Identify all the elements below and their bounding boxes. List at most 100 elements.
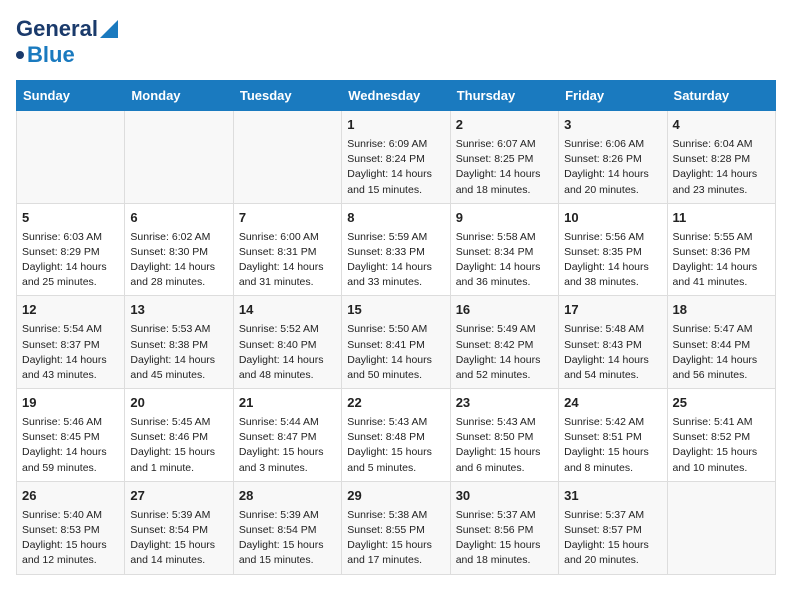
logo-icon (100, 20, 118, 38)
day-number: 31 (564, 487, 661, 506)
cell-content: Sunrise: 5:58 AM Sunset: 8:34 PM Dayligh… (456, 230, 553, 291)
cell-content: Sunrise: 6:03 AM Sunset: 8:29 PM Dayligh… (22, 230, 119, 291)
cell-content: Sunrise: 5:45 AM Sunset: 8:46 PM Dayligh… (130, 415, 227, 476)
day-header-sunday: Sunday (17, 81, 125, 111)
calendar-cell: 6Sunrise: 6:02 AM Sunset: 8:30 PM Daylig… (125, 203, 233, 296)
calendar-cell: 3Sunrise: 6:06 AM Sunset: 8:26 PM Daylig… (559, 111, 667, 204)
cell-content: Sunrise: 5:59 AM Sunset: 8:33 PM Dayligh… (347, 230, 444, 291)
cell-content: Sunrise: 5:46 AM Sunset: 8:45 PM Dayligh… (22, 415, 119, 476)
calendar-cell: 5 Sunrise: 6:03 AM Sunset: 8:29 PM Daylig… (17, 203, 125, 296)
calendar-cell: 20 Sunrise: 5:45 AM Sunset: 8:46 PM Dayli… (125, 389, 233, 482)
day-number: 7 (239, 209, 336, 228)
cell-content: Sunrise: 6:06 AM Sunset: 8:26 PM Dayligh… (564, 137, 661, 198)
day-number: 5 (22, 209, 119, 228)
logo-blue: Blue (27, 42, 75, 68)
cell-content: Sunrise: 5:43 AM Sunset: 8:50 PM Dayligh… (456, 415, 553, 476)
cell-content: Sunrise: 5:38 AM Sunset: 8:55 PM Dayligh… (347, 508, 444, 569)
cell-content: Sunrise: 5:48 AM Sunset: 8:43 PM Dayligh… (564, 322, 661, 383)
calendar-cell: 8 Sunrise: 5:59 AM Sunset: 8:33 PM Daylig… (342, 203, 450, 296)
calendar-cell: 31Sunrise: 5:37 AM Sunset: 8:57 PM Dayli… (559, 481, 667, 574)
cell-content: Sunrise: 5:54 AM Sunset: 8:37 PM Dayligh… (22, 322, 119, 383)
calendar-cell (233, 111, 341, 204)
cell-content: Sunrise: 5:56 AM Sunset: 8:35 PM Dayligh… (564, 230, 661, 291)
week-row-2: 5 Sunrise: 6:03 AM Sunset: 8:29 PM Daylig… (17, 203, 776, 296)
cell-content: Sunrise: 5:39 AM Sunset: 8:54 PM Dayligh… (130, 508, 227, 569)
cell-content: Sunrise: 5:44 AM Sunset: 8:47 PM Dayligh… (239, 415, 336, 476)
cell-content: Sunrise: 5:39 AM Sunset: 8:54 PM Dayligh… (239, 508, 336, 569)
day-number: 30 (456, 487, 553, 506)
day-number: 8 (347, 209, 444, 228)
calendar-cell: 18Sunrise: 5:47 AM Sunset: 8:44 PM Dayli… (667, 296, 775, 389)
calendar-cell: 9 Sunrise: 5:58 AM Sunset: 8:34 PM Daylig… (450, 203, 558, 296)
cell-content: Sunrise: 6:09 AM Sunset: 8:24 PM Dayligh… (347, 137, 444, 198)
day-header-saturday: Saturday (667, 81, 775, 111)
cell-content: Sunrise: 5:53 AM Sunset: 8:38 PM Dayligh… (130, 322, 227, 383)
cell-content: Sunrise: 5:50 AM Sunset: 8:41 PM Dayligh… (347, 322, 444, 383)
calendar-cell: 26Sunrise: 5:40 AM Sunset: 8:53 PM Dayli… (17, 481, 125, 574)
day-number: 19 (22, 394, 119, 413)
calendar-table: SundayMondayTuesdayWednesdayThursdayFrid… (16, 80, 776, 575)
day-number: 25 (673, 394, 770, 413)
day-number: 13 (130, 301, 227, 320)
logo: General Blue (16, 16, 118, 68)
day-number: 24 (564, 394, 661, 413)
day-number: 21 (239, 394, 336, 413)
calendar-cell (667, 481, 775, 574)
calendar-cell: 29 Sunrise: 5:38 AM Sunset: 8:55 PM Dayli… (342, 481, 450, 574)
day-number: 22 (347, 394, 444, 413)
cell-content: Sunrise: 5:49 AM Sunset: 8:42 PM Dayligh… (456, 322, 553, 383)
calendar-cell: 30 Sunrise: 5:37 AM Sunset: 8:56 PM Dayli… (450, 481, 558, 574)
cell-content: Sunrise: 5:37 AM Sunset: 8:56 PM Dayligh… (456, 508, 553, 569)
calendar-cell: 4 Sunrise: 6:04 AM Sunset: 8:28 PM Daylig… (667, 111, 775, 204)
cell-content: Sunrise: 5:41 AM Sunset: 8:52 PM Dayligh… (673, 415, 770, 476)
cell-content: Sunrise: 6:00 AM Sunset: 8:31 PM Dayligh… (239, 230, 336, 291)
calendar-cell: 22 Sunrise: 5:43 AM Sunset: 8:48 PM Dayli… (342, 389, 450, 482)
day-number: 1 (347, 116, 444, 135)
calendar-cell: 2Sunrise: 6:07 AM Sunset: 8:25 PM Daylig… (450, 111, 558, 204)
calendar-cell: 11Sunrise: 5:55 AM Sunset: 8:36 PM Dayli… (667, 203, 775, 296)
calendar-cell (125, 111, 233, 204)
calendar-cell: 23 Sunrise: 5:43 AM Sunset: 8:50 PM Dayli… (450, 389, 558, 482)
week-row-1: 1 Sunrise: 6:09 AM Sunset: 8:24 PM Daylig… (17, 111, 776, 204)
day-header-friday: Friday (559, 81, 667, 111)
calendar-cell: 19 Sunrise: 5:46 AM Sunset: 8:45 PM Dayli… (17, 389, 125, 482)
calendar-cell (17, 111, 125, 204)
days-header-row: SundayMondayTuesdayWednesdayThursdayFrid… (17, 81, 776, 111)
day-number: 27 (130, 487, 227, 506)
week-row-3: 12Sunrise: 5:54 AM Sunset: 8:37 PM Dayli… (17, 296, 776, 389)
calendar-cell: 21 Sunrise: 5:44 AM Sunset: 8:47 PM Dayli… (233, 389, 341, 482)
day-number: 26 (22, 487, 119, 506)
day-number: 4 (673, 116, 770, 135)
calendar-cell: 1 Sunrise: 6:09 AM Sunset: 8:24 PM Daylig… (342, 111, 450, 204)
day-number: 29 (347, 487, 444, 506)
calendar-cell: 7 Sunrise: 6:00 AM Sunset: 8:31 PM Daylig… (233, 203, 341, 296)
cell-content: Sunrise: 5:52 AM Sunset: 8:40 PM Dayligh… (239, 322, 336, 383)
cell-content: Sunrise: 6:07 AM Sunset: 8:25 PM Dayligh… (456, 137, 553, 198)
calendar-cell: 27 Sunrise: 5:39 AM Sunset: 8:54 PM Dayli… (125, 481, 233, 574)
logo-dot (16, 51, 24, 59)
cell-content: Sunrise: 5:43 AM Sunset: 8:48 PM Dayligh… (347, 415, 444, 476)
calendar-cell: 10 Sunrise: 5:56 AM Sunset: 8:35 PM Dayli… (559, 203, 667, 296)
calendar-cell: 16Sunrise: 5:49 AM Sunset: 8:42 PM Dayli… (450, 296, 558, 389)
calendar-cell: 25 Sunrise: 5:41 AM Sunset: 8:52 PM Dayli… (667, 389, 775, 482)
day-number: 15 (347, 301, 444, 320)
day-header-thursday: Thursday (450, 81, 558, 111)
day-number: 6 (130, 209, 227, 228)
day-header-tuesday: Tuesday (233, 81, 341, 111)
day-header-monday: Monday (125, 81, 233, 111)
day-number: 14 (239, 301, 336, 320)
day-number: 23 (456, 394, 553, 413)
calendar-cell: 13 Sunrise: 5:53 AM Sunset: 8:38 PM Dayli… (125, 296, 233, 389)
cell-content: Sunrise: 6:04 AM Sunset: 8:28 PM Dayligh… (673, 137, 770, 198)
page-header: General Blue (16, 16, 776, 68)
calendar-cell: 28Sunrise: 5:39 AM Sunset: 8:54 PM Dayli… (233, 481, 341, 574)
cell-content: Sunrise: 5:47 AM Sunset: 8:44 PM Dayligh… (673, 322, 770, 383)
day-number: 11 (673, 209, 770, 228)
calendar-cell: 24Sunrise: 5:42 AM Sunset: 8:51 PM Dayli… (559, 389, 667, 482)
day-number: 10 (564, 209, 661, 228)
week-row-4: 19 Sunrise: 5:46 AM Sunset: 8:45 PM Dayli… (17, 389, 776, 482)
day-number: 20 (130, 394, 227, 413)
day-number: 9 (456, 209, 553, 228)
day-number: 17 (564, 301, 661, 320)
calendar-cell: 15 Sunrise: 5:50 AM Sunset: 8:41 PM Dayli… (342, 296, 450, 389)
